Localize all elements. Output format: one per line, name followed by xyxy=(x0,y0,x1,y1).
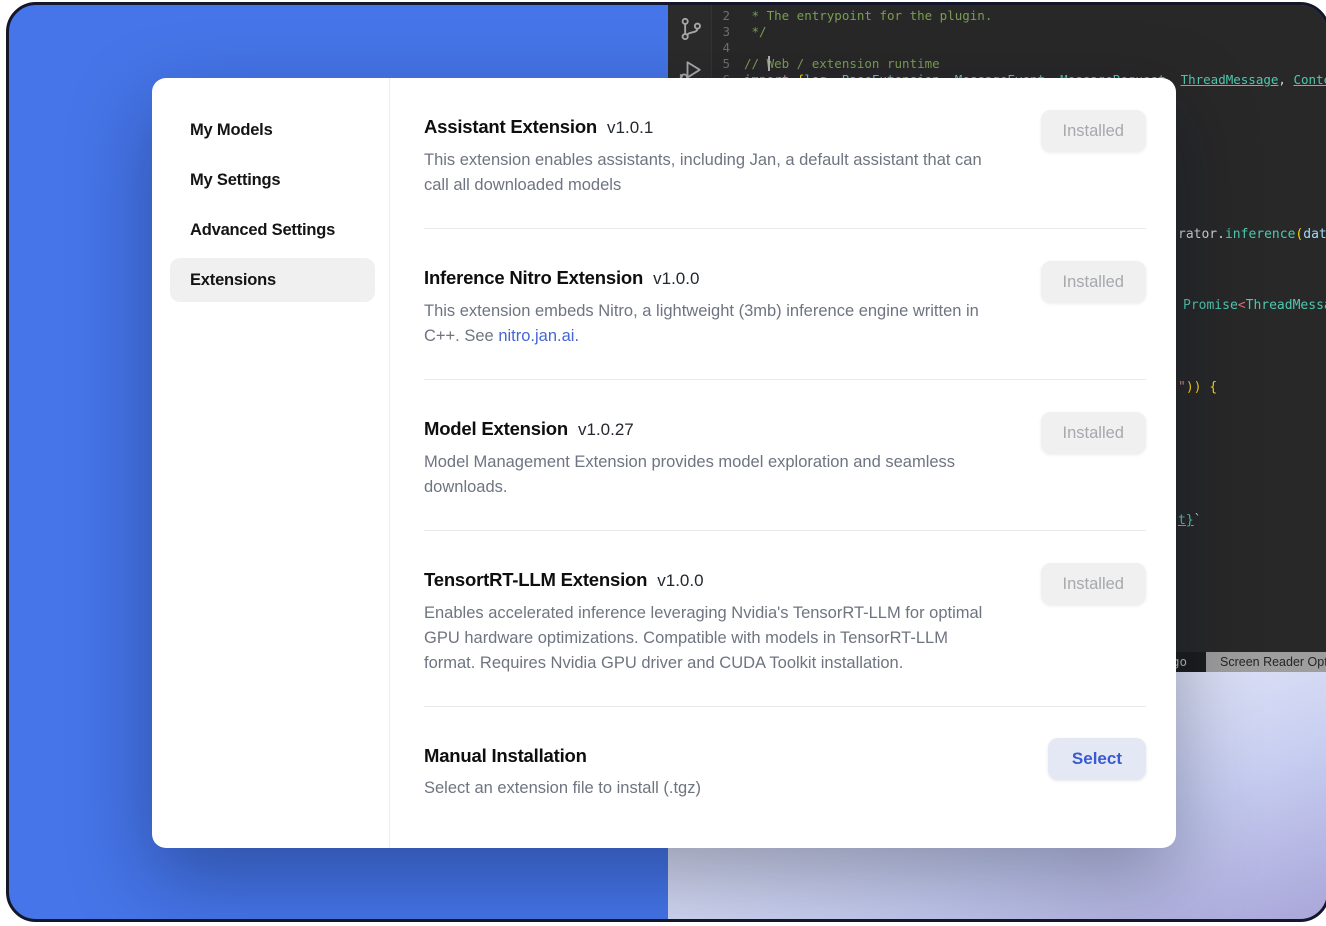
code-line: 2 * The entrypoint for the plugin. xyxy=(712,8,1326,24)
code-line: 5 // Web / extension runtime xyxy=(712,56,1326,72)
extension-row-model: Model Extensionv1.0.27 Model Management … xyxy=(424,380,1146,500)
extension-row-tensorrt-llm: TensortRT-LLM Extensionv1.0.0 Enables ac… xyxy=(424,531,1146,676)
code-line: 4 xyxy=(712,40,1326,56)
code-fragment: t}` xyxy=(1178,513,1201,529)
code-lines: 2 * The entrypoint for the plugin. 3 */ … xyxy=(712,8,1326,88)
manual-installation-description: Select an extension file to install (.tg… xyxy=(424,776,999,801)
select-button[interactable]: Select xyxy=(1048,738,1146,780)
code-text: // Web / extension runtime xyxy=(744,56,940,72)
extension-name: Inference Nitro Extensionv1.0.0 xyxy=(424,265,1041,292)
manual-installation-title: Manual Installation xyxy=(424,743,1048,769)
code-fragment: Promise<ThreadMessage> xyxy=(1183,298,1326,314)
code-line: 3 */ xyxy=(712,24,1326,40)
installed-button[interactable]: Installed xyxy=(1041,261,1146,303)
sidebar-item-extensions[interactable]: Extensions xyxy=(170,258,375,302)
text-cursor xyxy=(768,56,770,71)
extension-row-inference-nitro: Inference Nitro Extensionv1.0.0 This ext… xyxy=(424,229,1146,349)
sidebar-item-advanced-settings[interactable]: Advanced Settings xyxy=(170,208,375,252)
settings-sidebar: My Models My Settings Advanced Settings … xyxy=(152,78,390,848)
line-number: 5 xyxy=(712,56,744,72)
sidebar-item-my-models[interactable]: My Models xyxy=(170,108,375,152)
extension-name: Assistant Extensionv1.0.1 xyxy=(424,114,1041,141)
code-text: */ xyxy=(744,24,767,40)
extension-name: Model Extensionv1.0.27 xyxy=(424,416,1041,443)
installed-button[interactable]: Installed xyxy=(1041,412,1146,454)
extension-description: This extension enables assistants, inclu… xyxy=(424,148,999,198)
sidebar-item-my-settings[interactable]: My Settings xyxy=(170,158,375,202)
line-number: 2 xyxy=(712,8,744,24)
extension-version: v1.0.1 xyxy=(607,118,653,137)
nitro-jan-ai-link[interactable]: nitro.jan.ai. xyxy=(498,327,579,345)
line-number: 4 xyxy=(712,40,744,56)
code-fragment: rator.inference(data)); xyxy=(1178,227,1326,243)
extension-description: This extension embeds Nitro, a lightweig… xyxy=(424,299,999,349)
installed-button[interactable]: Installed xyxy=(1041,110,1146,152)
extension-version: v1.0.0 xyxy=(653,269,699,288)
manual-installation-row: Manual Installation Select an extension … xyxy=(424,707,1146,801)
extension-description: Enables accelerated inference leveraging… xyxy=(424,601,999,676)
code-text: * The entrypoint for the plugin. xyxy=(744,8,992,24)
extension-description: Model Management Extension provides mode… xyxy=(424,450,999,500)
source-control-icon[interactable] xyxy=(677,15,705,43)
settings-modal: My Models My Settings Advanced Settings … xyxy=(152,78,1176,848)
extension-row-assistant: Assistant Extensionv1.0.1 This extension… xyxy=(424,78,1146,198)
code-fragment: ")) { xyxy=(1178,380,1217,396)
extension-version: v1.0.0 xyxy=(657,571,703,590)
app-window: 2 * The entrypoint for the plugin. 3 */ … xyxy=(6,2,1326,922)
extension-name: TensortRT-LLM Extensionv1.0.0 xyxy=(424,567,1041,594)
extension-version: v1.0.27 xyxy=(578,420,634,439)
screenshot-canvas: 2 * The entrypoint for the plugin. 3 */ … xyxy=(0,0,1326,926)
screen-reader-optimized-tab: Screen Reader Optimize xyxy=(1206,652,1326,672)
line-number: 3 xyxy=(712,24,744,40)
installed-button[interactable]: Installed xyxy=(1041,563,1146,605)
extensions-panel: Assistant Extensionv1.0.1 This extension… xyxy=(390,78,1176,848)
